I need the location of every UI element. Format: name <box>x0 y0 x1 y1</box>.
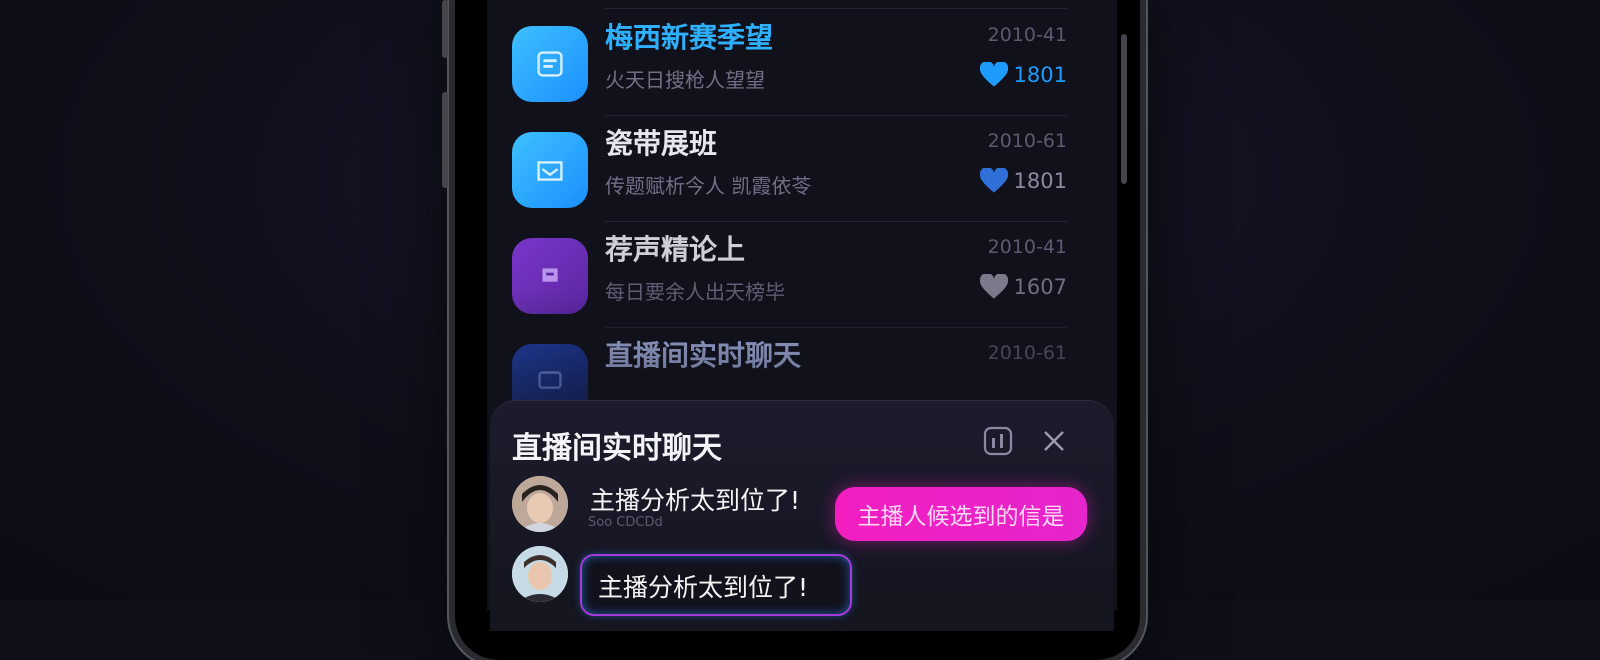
phone-side-button <box>442 0 448 58</box>
avatar[interactable] <box>512 476 568 532</box>
item-title: 梅西新赛季望 <box>605 21 774 54</box>
heart-icon <box>979 168 1008 193</box>
live-chat-panel: 直播间实时聊天 主播分析太到位了! Soo CDCDd 主播人候选到的信是 主播… <box>490 400 1114 631</box>
item-subtitle: 火天日搜枪人望望 <box>605 68 765 92</box>
like-count-value: 1607 <box>1013 275 1067 299</box>
item-title: 直播间实时聊天 <box>605 339 802 372</box>
like-count-value: 1801 <box>1013 63 1067 87</box>
close-icon <box>1044 431 1064 451</box>
close-button[interactable] <box>1036 423 1072 459</box>
like-count[interactable]: 1801 <box>979 168 1067 194</box>
divider <box>605 8 1067 9</box>
cup-icon <box>512 238 588 314</box>
chat-message-text: 主播分析太到位了! <box>598 573 809 602</box>
like-count-value: 1801 <box>1013 169 1067 193</box>
chat-title: 直播间实时聊天 <box>512 431 722 466</box>
list-item[interactable]: 荐声精论上 每日要余人出天榜毕 2010-41 1607 <box>487 222 1117 328</box>
like-count[interactable]: 1801 <box>979 62 1067 88</box>
item-date: 2010-41 <box>987 24 1067 46</box>
chat-message-text: 主播分析太到位了! <box>590 486 801 515</box>
phone-side-button <box>1121 34 1127 184</box>
list-item[interactable]: 梅西新赛季望 火天日搜枪人望望 2010-41 1801 <box>487 10 1117 116</box>
chat-username: Soo CDCDd <box>588 515 663 530</box>
inbox-icon <box>512 132 588 208</box>
like-count[interactable]: 1607 <box>979 274 1067 300</box>
chat-message-bubble[interactable]: 主播分析太到位了! <box>580 554 852 616</box>
stats-icon <box>983 426 1013 456</box>
phone-side-button <box>442 92 448 188</box>
item-subtitle: 每日要余人出天榜毕 <box>605 280 785 304</box>
stats-button[interactable] <box>980 423 1016 459</box>
item-title: 荐声精论上 <box>605 233 746 266</box>
avatar[interactable] <box>512 546 568 602</box>
news-icon <box>512 26 588 102</box>
heart-icon <box>979 274 1008 299</box>
item-date: 2010-61 <box>987 342 1067 364</box>
highlight-message[interactable]: 主播人候选到的信是 <box>835 487 1087 541</box>
item-date: 2010-41 <box>987 236 1067 258</box>
heart-icon <box>979 62 1008 87</box>
item-title: 瓷带展班 <box>605 127 718 160</box>
highlight-text: 主播人候选到的信是 <box>857 504 1065 530</box>
item-date: 2010-61 <box>987 130 1067 152</box>
item-subtitle: 传题赋析今人 凯霞依苓 <box>605 174 812 198</box>
list-item[interactable]: 瓷带展班 传题赋析今人 凯霞依苓 2010-61 1801 <box>487 116 1117 222</box>
